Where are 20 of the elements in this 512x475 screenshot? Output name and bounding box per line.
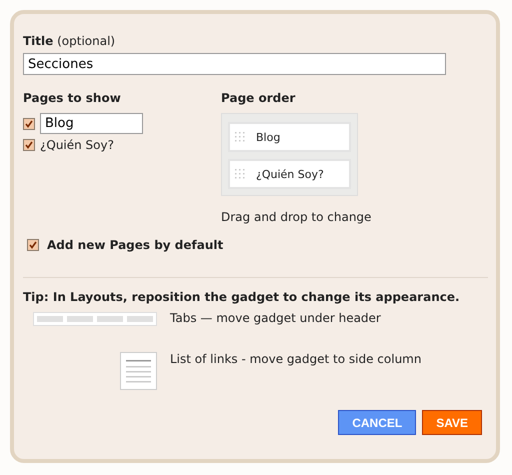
title-label: Title (optional): [23, 34, 116, 48]
drag-handle-icon[interactable]: [234, 169, 246, 179]
page-order-item[interactable]: Blog: [228, 122, 351, 152]
tip-text: Tip: In Layouts, reposition the gadget to change its appearance.: [23, 290, 461, 304]
layout-option-text: Tabs — move gadget under header: [170, 311, 381, 325]
drag-hint: Drag and drop to change: [221, 210, 372, 224]
checkbox-label: Add new Pages by default: [47, 238, 224, 252]
page-label: ¿Quién Soy?: [40, 138, 114, 152]
page-order-item[interactable]: ¿Quién Soy?: [228, 159, 351, 189]
checkbox[interactable]: [23, 118, 35, 130]
list-layout-icon: [120, 352, 157, 390]
checkbox[interactable]: [27, 239, 39, 251]
layout-option-text: List of links - move gadget to side column: [170, 352, 422, 366]
section-heading: Pages to show: [23, 91, 122, 107]
section-heading: Page order: [221, 91, 296, 107]
title-field[interactable]: Secciones: [23, 53, 446, 75]
drag-handle-icon[interactable]: [234, 132, 246, 142]
page-name-field[interactable]: Blog: [40, 113, 143, 134]
checkbox[interactable]: [23, 139, 35, 151]
tabs-layout-icon: [33, 312, 157, 326]
